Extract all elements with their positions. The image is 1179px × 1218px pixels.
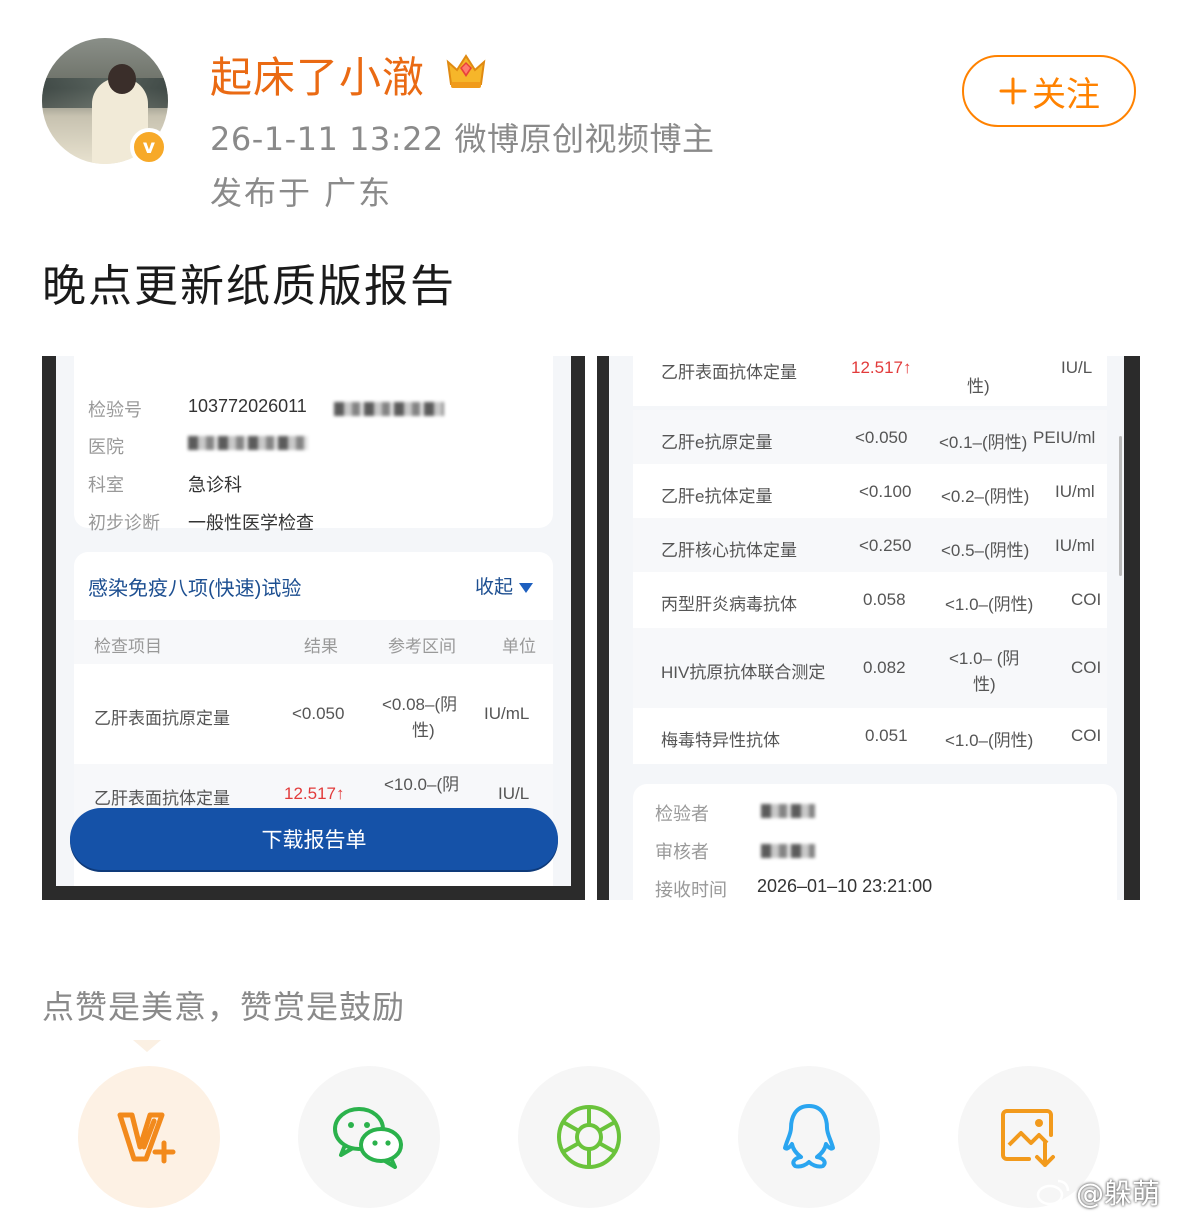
post-timestamp: 26-1-11 13:22 微博原创视频博主 [210, 120, 715, 158]
post-location: 发布于 广东 [210, 174, 393, 212]
verified-badge-icon: v [130, 128, 168, 166]
sign-label: 检验者 [655, 804, 709, 824]
table-row: 乙肝e抗体定量 <0.100 <0.2–(阴性) IU/ml [633, 464, 1107, 518]
row-result: 12.517↑ [851, 358, 912, 377]
row-range: <0.08–(阴 [382, 695, 458, 714]
info-label: 检验号 [88, 400, 142, 420]
row-range: 性) [412, 721, 435, 740]
row-result: 12.517↑ [284, 784, 345, 803]
row-range: <0.5–(阴性) [941, 541, 1030, 560]
row-unit: IU/mL [484, 704, 530, 723]
row-unit: IU/L [498, 784, 530, 803]
row-unit: IU/L [1061, 358, 1093, 377]
redacted-blur [334, 402, 444, 416]
post-text: 晚点更新纸质版报告 [42, 261, 456, 312]
collapse-label: 收起 [474, 577, 513, 598]
redacted-blur [188, 436, 308, 450]
redacted-blur [761, 844, 815, 858]
save-image-icon [1001, 1109, 1055, 1167]
row-result: <0.050 [292, 704, 345, 723]
username[interactable]: 起床了小澈 [210, 44, 425, 105]
patient-info-card: 检验号 103772026011 医院 科室 急诊科 初步诊断 一般性医学检查 [74, 356, 553, 533]
row-unit: COI [1071, 590, 1102, 609]
row-result: 0.082 [863, 658, 906, 677]
table-row: 丙型肝炎病毒抗体 0.058 <1.0–(阴性) COI [633, 572, 1107, 628]
column-header: 参考区间 [388, 637, 456, 656]
row-unit: COI [1071, 658, 1102, 677]
row-result: 0.058 [863, 590, 906, 609]
sign-label: 审核者 [655, 842, 709, 862]
row-unit: PEIU/ml [1033, 428, 1096, 447]
wechat-icon [333, 1107, 403, 1169]
table-header: 检查项目 结果 参考区间 单位 [74, 620, 553, 664]
table-row: 乙肝e抗原定量 <0.050 <0.1–(阴性) PEIU/ml [633, 410, 1107, 464]
row-item: 梅毒特异性抗体 [661, 731, 780, 750]
follow-button[interactable]: 关注 [962, 55, 1136, 127]
table-row: 梅毒特异性抗体 0.051 <1.0–(阴性) COI [633, 708, 1107, 764]
row-range: <0.2–(阴性) [941, 487, 1030, 506]
crown-icon [446, 54, 486, 88]
row-result: <0.100 [859, 482, 912, 501]
redacted-blur [761, 804, 815, 818]
row-result: 0.051 [865, 726, 908, 745]
scrollbar [1119, 436, 1122, 576]
post-image-2[interactable]: 乙肝表面抗体定量 12.517↑ 性) IU/L 乙肝e抗原定量 <0.050 … [597, 356, 1140, 900]
info-label: 初步诊断 [88, 513, 160, 533]
test-title: 感染免疫八项(快速)试验 [88, 578, 302, 600]
row-item: 乙肝表面抗体定量 [661, 363, 797, 382]
table-row: 乙肝核心抗体定量 <0.250 <0.5–(阴性) IU/ml [633, 518, 1107, 572]
row-item: 乙肝核心抗体定量 [661, 541, 797, 560]
row-item: 丙型肝炎病毒抗体 [661, 595, 797, 614]
pointer-arrow [133, 1040, 161, 1052]
row-item: 乙肝e抗原定量 [661, 433, 773, 452]
info-value: 103772026011 [188, 396, 307, 416]
moments-icon [557, 1105, 621, 1169]
row-unit: IU/ml [1055, 482, 1095, 501]
row-range: <1.0–(阴性) [945, 731, 1034, 750]
collapse-toggle[interactable]: 收起 [475, 572, 533, 599]
watermark: @躲萌 [1036, 1172, 1160, 1212]
table-row: HIV抗原抗体联合测定 0.082 <1.0– (阴 性) COI [633, 628, 1107, 708]
row-item: 乙肝表面抗原定量 [94, 709, 230, 728]
info-value: 一般性医学检查 [188, 513, 314, 533]
info-label: 科室 [88, 475, 124, 495]
signature-card: 检验者 审核者 接收时间 2026–01–10 23:21:00 [633, 784, 1117, 900]
plus-icon [999, 77, 1027, 105]
row-range: 性) [973, 675, 996, 694]
row-range: <0.1–(阴性) [939, 433, 1028, 452]
info-value: 急诊科 [188, 475, 242, 495]
reward-slogan: 点赞是美意，赞赏是鼓励 [42, 988, 406, 1026]
vip-plus-button[interactable] [78, 1066, 220, 1208]
sign-value: 2026–01–10 23:21:00 [757, 876, 933, 896]
column-header: 单位 [502, 637, 536, 656]
row-item: HIV抗原抗体联合测定 [661, 663, 826, 682]
row-unit: IU/ml [1055, 536, 1095, 555]
vip-plus-icon [117, 1112, 176, 1164]
row-unit: COI [1071, 726, 1102, 745]
row-item: 乙肝e抗体定量 [661, 487, 773, 506]
sign-label: 接收时间 [655, 880, 727, 900]
row-range: <10.0–(阴 [384, 775, 460, 794]
column-header: 检查项目 [94, 637, 162, 656]
watermark-text: @躲萌 [1076, 1177, 1161, 1210]
qq-share-button[interactable] [738, 1066, 880, 1208]
row-range: <1.0–(阴性) [945, 595, 1034, 614]
download-report-button[interactable]: 下载报告单 [70, 808, 558, 870]
row-range: 性) [967, 377, 990, 396]
info-label: 医院 [88, 437, 124, 457]
table-row: 乙肝表面抗原定量 <0.050 <0.08–(阴 性) IU/mL [74, 676, 553, 756]
row-result: <0.250 [859, 536, 912, 555]
row-result: <0.050 [855, 428, 908, 447]
moments-share-button[interactable] [518, 1066, 660, 1208]
table-row: 乙肝表面抗体定量 12.517↑ 性) IU/L [633, 356, 1107, 406]
weibo-logo-icon [1036, 1179, 1070, 1206]
row-item: 乙肝表面抗体定量 [94, 789, 230, 808]
row-range: <1.0– (阴 [949, 649, 1020, 668]
follow-label: 关注 [1032, 74, 1100, 115]
wechat-share-button[interactable] [298, 1066, 440, 1208]
column-header: 结果 [304, 637, 338, 656]
post-image-1[interactable]: 检验号 103772026011 医院 科室 急诊科 初步诊断 一般性医学检查 … [42, 356, 585, 900]
triangle-down-icon [519, 582, 533, 593]
qq-icon [783, 1104, 835, 1169]
